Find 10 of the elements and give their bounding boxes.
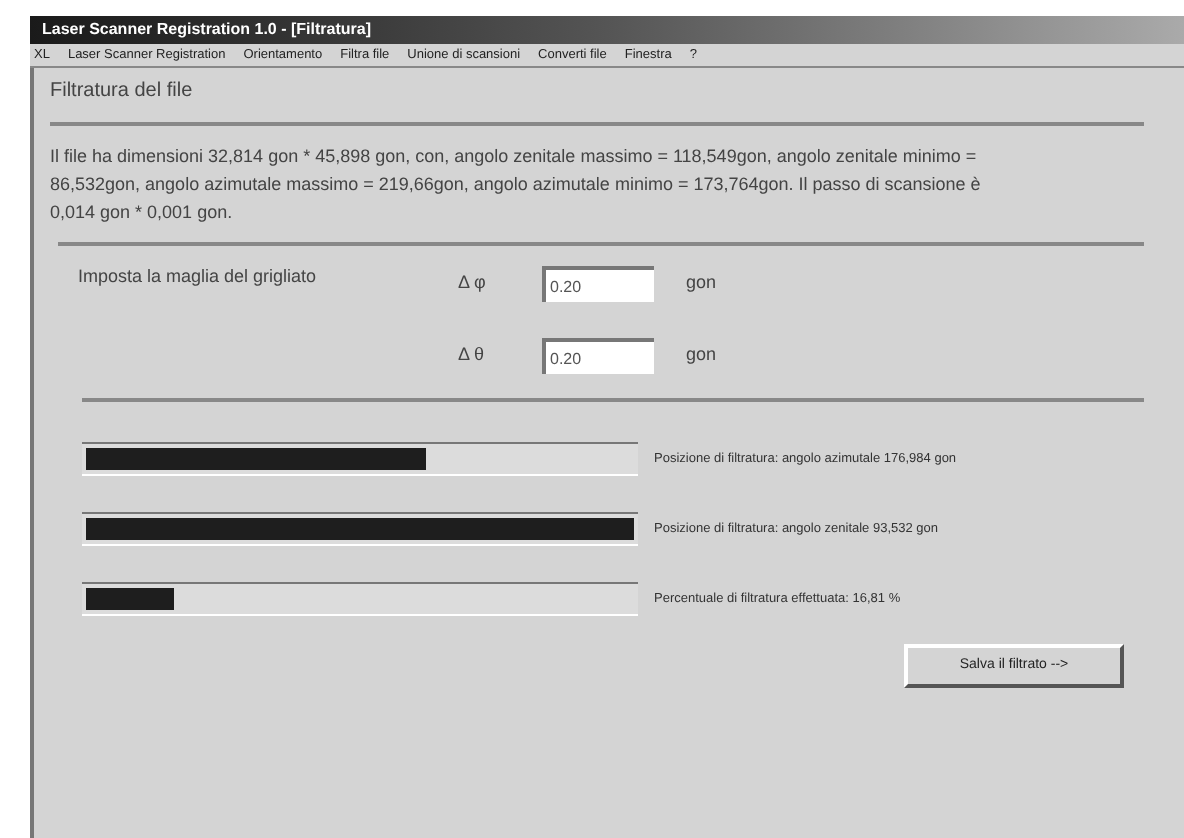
field-symbol: Δ θ [458, 342, 487, 369]
unit-label: gon [686, 342, 717, 369]
section-heading: Filtratura del file [50, 78, 195, 106]
window-title: Laser Scanner Registration 1.0 - [Filtratura] [30, 16, 1184, 44]
input-field[interactable]: 0.20 [542, 338, 654, 374]
grid-label: Imposta la maglia del grigliato [78, 266, 319, 290]
unit-label: gon [686, 270, 717, 297]
input-field[interactable]: 0.20 [542, 266, 654, 302]
file-description: Il file ha dimensioni 32,814 gon * 45,898 gon, con, angolo zenitale massimo = 118,549gon, angolo zenitale minimo = 86,532gon, angolo azimutale massimo = 219,66gon, angolo azimutale minimo = 173,764gon. Il passo di scansione è 0,014 gon * 0,001 gon. [50, 144, 983, 226]
field-symbol: Δ φ [458, 270, 488, 297]
